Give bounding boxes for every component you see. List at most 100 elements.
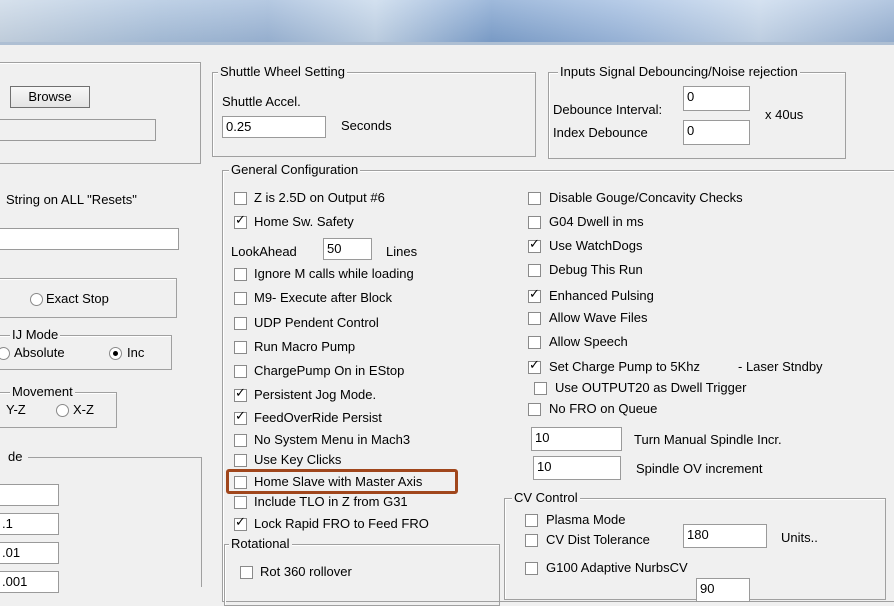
m9-checkbox[interactable] <box>234 292 247 305</box>
include-tlo-label: Include TLO in Z from G31 <box>254 494 408 509</box>
cv-dist-label: CV Dist Tolerance <box>546 532 650 547</box>
cv-control-title: CV Control <box>512 490 580 505</box>
spindle-ov-label: Spindle OV increment <box>636 461 763 476</box>
exact-stop-radio[interactable] <box>30 293 43 306</box>
chargepump-estop-checkbox[interactable] <box>234 365 247 378</box>
lookahead-field[interactable]: 50 <box>323 238 372 260</box>
g100-label: G100 Adaptive NurbsCV <box>546 560 688 575</box>
debug-label: Debug This Run <box>549 262 643 277</box>
wave-files-checkbox[interactable] <box>528 312 541 325</box>
z25d-checkbox[interactable] <box>234 192 247 205</box>
rot360-label: Rot 360 rollover <box>260 564 352 579</box>
cv-dist-checkbox[interactable] <box>525 534 538 547</box>
inc-label: Inc <box>127 345 145 360</box>
charge5k-label: Set Charge Pump to 5Khz <box>549 359 701 374</box>
enhanced-pulsing-checkbox[interactable] <box>528 287 541 303</box>
movement-title: Movement <box>10 384 75 399</box>
units-label: Units.. <box>781 530 818 545</box>
plasma-checkbox[interactable] <box>525 514 538 527</box>
index-debounce-field[interactable]: 0 <box>683 120 750 145</box>
mode-group-right-border <box>201 457 202 587</box>
include-tlo-checkbox[interactable] <box>234 496 247 509</box>
wave-files-label: Allow Wave Files <box>549 310 648 325</box>
rotational-title: Rotational <box>229 536 292 551</box>
home-safety-label: Home Sw. Safety <box>254 214 354 229</box>
key-clicks-label: Use Key Clicks <box>254 452 342 467</box>
disable-gouge-checkbox[interactable] <box>528 192 541 205</box>
feedoverride-label: FeedOverRide Persist <box>254 410 382 425</box>
left-top-group <box>0 62 201 164</box>
watchdogs-label: Use WatchDogs <box>549 238 643 253</box>
chargepump-estop-label: ChargePump On in EStop <box>254 363 405 378</box>
debounce-interval-field[interactable]: 0 <box>683 86 750 111</box>
general-config-title: General Configuration <box>229 162 361 177</box>
udp-checkbox[interactable] <box>234 317 247 330</box>
lock-rapid-checkbox[interactable] <box>234 515 247 531</box>
no-fro-label: No FRO on Queue <box>549 401 658 416</box>
no-sys-menu-label: No System Menu in Mach3 <box>254 432 411 447</box>
persistent-jog-label: Persistent Jog Mode. <box>254 387 377 402</box>
debounce-title: Inputs Signal Debouncing/Noise rejection <box>558 64 800 79</box>
spindle-incr-label: Turn Manual Spindle Incr. <box>634 432 782 447</box>
output20-checkbox[interactable] <box>534 382 547 395</box>
no-fro-checkbox[interactable] <box>528 403 541 416</box>
xz-radio[interactable] <box>56 404 69 417</box>
rot360-checkbox[interactable] <box>240 566 253 579</box>
stop-cv-angle-field[interactable]: 90 <box>696 578 750 602</box>
lock-rapid-label: Lock Rapid FRO to Feed FRO <box>254 516 429 531</box>
g04-label: G04 Dwell in ms <box>549 214 644 229</box>
enhanced-pulsing-label: Enhanced Pulsing <box>549 288 654 303</box>
ignore-m-checkbox[interactable] <box>234 268 247 281</box>
yz-label: Y-Z <box>6 402 26 417</box>
mode-field-2[interactable]: .1 <box>0 513 59 535</box>
debounce-interval-label: Debounce Interval: <box>553 102 663 117</box>
mode-group-title: de <box>6 449 25 464</box>
home-safety-checkbox[interactable] <box>234 213 247 229</box>
ij-mode-title: IJ Mode <box>10 327 61 342</box>
reset-string-field[interactable] <box>0 228 179 250</box>
index-debounce-label: Index Debounce <box>553 125 648 140</box>
speech-label: Allow Speech <box>549 334 628 349</box>
exact-stop-label: Exact Stop <box>46 291 109 306</box>
mode-field-4[interactable]: .001 <box>0 571 59 593</box>
speech-checkbox[interactable] <box>528 336 541 349</box>
mode-group-border <box>28 457 202 458</box>
macro-pump-checkbox[interactable] <box>234 341 247 354</box>
g100-checkbox[interactable] <box>525 562 538 575</box>
debounce-unit-label: x 40us <box>765 107 804 122</box>
m9-label: M9- Execute after Block <box>254 290 392 305</box>
browse-button[interactable]: Browse <box>10 86 90 108</box>
lines-label: Lines <box>386 244 418 259</box>
reset-string-label: String on ALL "Resets" <box>6 192 137 207</box>
shuttle-group <box>212 72 536 157</box>
absolute-label: Absolute <box>14 345 65 360</box>
path-field[interactable] <box>0 119 156 141</box>
highlight-box <box>226 469 458 494</box>
mode-field-1[interactable] <box>0 484 59 506</box>
mode-field-3[interactable]: .01 <box>0 542 59 564</box>
feedoverride-checkbox[interactable] <box>234 409 247 425</box>
shuttle-title: Shuttle Wheel Setting <box>218 64 348 79</box>
shuttle-accel-label: Shuttle Accel. <box>222 94 301 109</box>
charge5k-checkbox[interactable] <box>528 358 541 374</box>
xz-label: X-Z <box>73 402 94 417</box>
key-clicks-checkbox[interactable] <box>234 454 247 467</box>
cv-dist-field[interactable]: 180 <box>683 524 767 548</box>
macro-pump-label: Run Macro Pump <box>254 339 356 354</box>
laser-standby-label: - Laser Stndby <box>738 359 823 374</box>
disable-gouge-label: Disable Gouge/Concavity Checks <box>549 190 743 205</box>
shuttle-accel-field[interactable]: 0.25 <box>222 116 326 138</box>
debug-checkbox[interactable] <box>528 264 541 277</box>
g04-checkbox[interactable] <box>528 216 541 229</box>
plasma-label: Plasma Mode <box>546 512 626 527</box>
inc-radio[interactable] <box>109 347 122 360</box>
no-sys-menu-checkbox[interactable] <box>234 434 247 447</box>
watchdogs-checkbox[interactable] <box>528 237 541 253</box>
title-bar-shade <box>0 0 894 42</box>
lookahead-label: LookAhead <box>231 244 297 259</box>
z25d-label: Z is 2.5D on Output #6 <box>254 190 385 205</box>
spindle-ov-field[interactable]: 10 <box>533 456 621 480</box>
output20-label: Use OUTPUT20 as Dwell Trigger <box>555 380 747 395</box>
persistent-jog-checkbox[interactable] <box>234 386 247 402</box>
spindle-incr-field[interactable]: 10 <box>531 427 622 451</box>
